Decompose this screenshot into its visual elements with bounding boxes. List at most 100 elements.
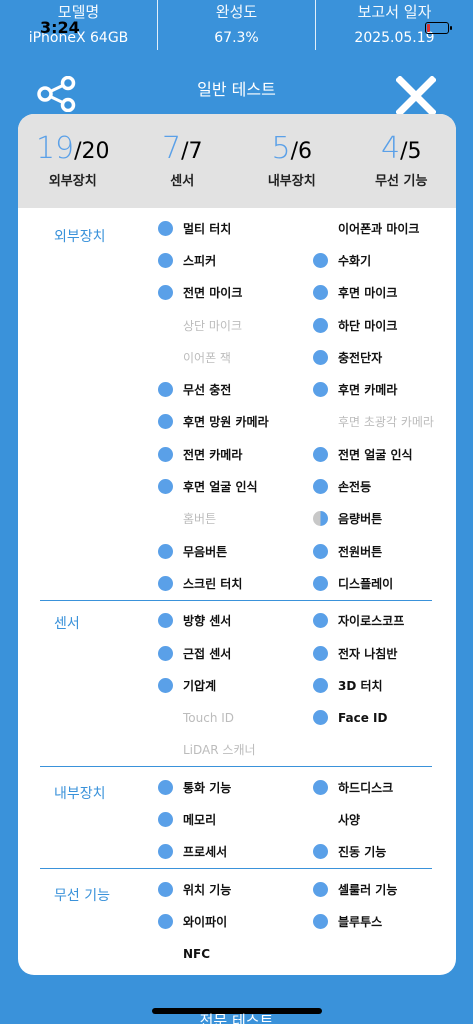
test-item-label: Touch ID bbox=[183, 710, 235, 725]
test-item[interactable]: 3D 터치 bbox=[313, 669, 456, 701]
test-item[interactable]: 프로세서 bbox=[158, 836, 313, 868]
status-dot-icon bbox=[313, 913, 328, 929]
status-dot-icon bbox=[313, 285, 328, 301]
test-item[interactable]: 전원버튼 bbox=[313, 535, 456, 567]
test-item[interactable]: 위치 기능 bbox=[158, 873, 313, 905]
status-dot-icon bbox=[158, 252, 173, 268]
status-dot-icon bbox=[313, 710, 328, 726]
test-item-label: 스피커 bbox=[183, 253, 217, 268]
test-item[interactable]: 무선 충전 bbox=[158, 373, 313, 405]
status-dot-icon bbox=[158, 350, 173, 365]
status-dot-icon bbox=[313, 812, 328, 827]
test-item-label: 사양 bbox=[338, 812, 361, 827]
test-item-label: 전면 마이크 bbox=[183, 286, 243, 301]
test-item[interactable]: 진동 기능 bbox=[313, 836, 456, 868]
test-item[interactable]: 기압계 bbox=[158, 669, 313, 701]
status-dot-icon bbox=[313, 881, 328, 897]
completion-label: 완성도 bbox=[215, 3, 258, 21]
test-item[interactable]: 사양 bbox=[313, 803, 456, 835]
test-item[interactable]: Face ID bbox=[313, 701, 456, 733]
test-item[interactable]: 셀룰러 기능 bbox=[313, 873, 456, 905]
status-dot-icon bbox=[313, 613, 328, 629]
test-item-label: 손전등 bbox=[338, 480, 372, 495]
test-item-label: LiDAR 스캐너 bbox=[183, 743, 256, 758]
test-item[interactable]: 자이로스코프 bbox=[313, 605, 456, 637]
test-item[interactable]: 전면 카메라 bbox=[158, 438, 313, 470]
status-dot-icon bbox=[158, 220, 173, 236]
test-item[interactable]: 디스플레이 bbox=[313, 567, 456, 599]
summary-count: 5/6 bbox=[237, 132, 347, 166]
test-item[interactable]: 와이파이 bbox=[158, 905, 313, 937]
section-items: 통화 기능 하드디스크 메모리 사양 프로세서 진동 기능 bbox=[158, 767, 432, 868]
test-item-label: 홈버튼 bbox=[183, 512, 217, 527]
test-item[interactable]: 수화기 bbox=[313, 244, 456, 276]
status-dot-icon bbox=[158, 811, 173, 827]
test-item-label: 와이파이 bbox=[183, 914, 228, 929]
test-item[interactable]: 통화 기능 bbox=[158, 771, 313, 803]
status-dot-icon bbox=[158, 779, 173, 795]
summary-label: 무선 기능 bbox=[375, 174, 428, 189]
test-item[interactable]: LiDAR 스캐너 bbox=[158, 734, 313, 766]
test-item-label: 위치 기능 bbox=[183, 882, 232, 897]
test-item-label: 멀티 터치 bbox=[183, 221, 232, 236]
test-item[interactable]: 방향 센서 bbox=[158, 605, 313, 637]
test-item[interactable]: 이어폰 잭 bbox=[158, 341, 313, 373]
test-item[interactable]: 근접 센서 bbox=[158, 637, 313, 669]
test-item[interactable]: 홈버튼 bbox=[158, 503, 313, 535]
header-bar: 일반 테스트 bbox=[0, 62, 473, 117]
completion-value: 67.3% bbox=[214, 30, 259, 46]
status-dot-icon bbox=[313, 382, 328, 398]
test-item[interactable]: 전면 마이크 bbox=[158, 277, 313, 309]
test-item[interactable]: 블루투스 bbox=[313, 905, 456, 937]
test-item[interactable]: 음량버튼 bbox=[313, 503, 456, 535]
test-item-label: 자이로스코프 bbox=[338, 614, 405, 629]
test-item[interactable]: 스크린 터치 bbox=[158, 567, 313, 599]
test-item[interactable]: 이어폰과 마이크 bbox=[313, 212, 456, 244]
test-item[interactable]: 손전등 bbox=[313, 470, 456, 502]
status-dot-icon bbox=[158, 285, 173, 301]
test-item[interactable]: 후면 얼굴 인식 bbox=[158, 470, 313, 502]
status-dot-icon bbox=[313, 349, 328, 365]
test-item[interactable]: 스피커 bbox=[158, 244, 313, 276]
section-title: 외부장치 bbox=[54, 229, 106, 245]
test-item-label: Face ID bbox=[338, 710, 388, 725]
test-item[interactable]: 후면 카메라 bbox=[313, 373, 456, 405]
test-item-label: 수화기 bbox=[338, 253, 372, 268]
summary-total: /7 bbox=[181, 139, 203, 164]
test-item[interactable]: 충전단자 bbox=[313, 341, 456, 373]
test-item[interactable]: Touch ID bbox=[158, 701, 313, 733]
report-date-value: 2025.05.19 bbox=[354, 30, 435, 46]
status-dot-icon bbox=[158, 511, 173, 526]
close-button[interactable] bbox=[395, 75, 437, 117]
test-item[interactable]: 상단 마이크 bbox=[158, 309, 313, 341]
test-item[interactable]: 메모리 bbox=[158, 803, 313, 835]
test-item[interactable]: 후면 망원 카메라 bbox=[158, 406, 313, 438]
test-item[interactable]: 후면 마이크 bbox=[313, 277, 456, 309]
test-item-label: 디스플레이 bbox=[338, 576, 394, 591]
test-item-label: 전면 얼굴 인식 bbox=[338, 447, 413, 462]
test-item[interactable]: 전면 얼굴 인식 bbox=[313, 438, 456, 470]
status-dot-icon bbox=[313, 221, 328, 236]
test-item-label: 상단 마이크 bbox=[183, 318, 243, 333]
test-item[interactable]: 멀티 터치 bbox=[158, 212, 313, 244]
status-dot-icon bbox=[158, 742, 173, 757]
test-section: 무선 기능 위치 기능 셀룰러 기능 와이파이 블루투스 NFC bbox=[40, 869, 432, 970]
test-item[interactable]: 후면 초광각 카메라 bbox=[313, 406, 456, 438]
test-item-label: 무선 충전 bbox=[183, 383, 232, 398]
test-item-label: 통화 기능 bbox=[183, 780, 232, 795]
status-dot-icon bbox=[158, 913, 173, 929]
test-item-label: 메모리 bbox=[183, 812, 217, 827]
section-title: 무선 기능 bbox=[54, 887, 110, 904]
test-item[interactable]: 전자 나침반 bbox=[313, 637, 456, 669]
test-item[interactable]: 무음버튼 bbox=[158, 535, 313, 567]
bottom-tab-label[interactable]: 전문 테스트 bbox=[0, 1010, 473, 1024]
section-items: 위치 기능 셀룰러 기능 와이파이 블루투스 NFC bbox=[158, 869, 432, 970]
section-items: 멀티 터치 이어폰과 마이크 스피커 수화기 전면 마이크 후면 마이크 상단 마이크 하단 … bbox=[158, 208, 434, 600]
test-item-label: 충전단자 bbox=[338, 350, 383, 365]
test-item[interactable]: 하단 마이크 bbox=[313, 309, 456, 341]
test-item[interactable]: 하드디스크 bbox=[313, 771, 456, 803]
test-item-label: 하단 마이크 bbox=[338, 318, 398, 333]
test-item-label: 후면 카메라 bbox=[338, 383, 398, 398]
test-item[interactable]: NFC bbox=[158, 938, 313, 970]
summary-done: 5 bbox=[271, 131, 291, 166]
